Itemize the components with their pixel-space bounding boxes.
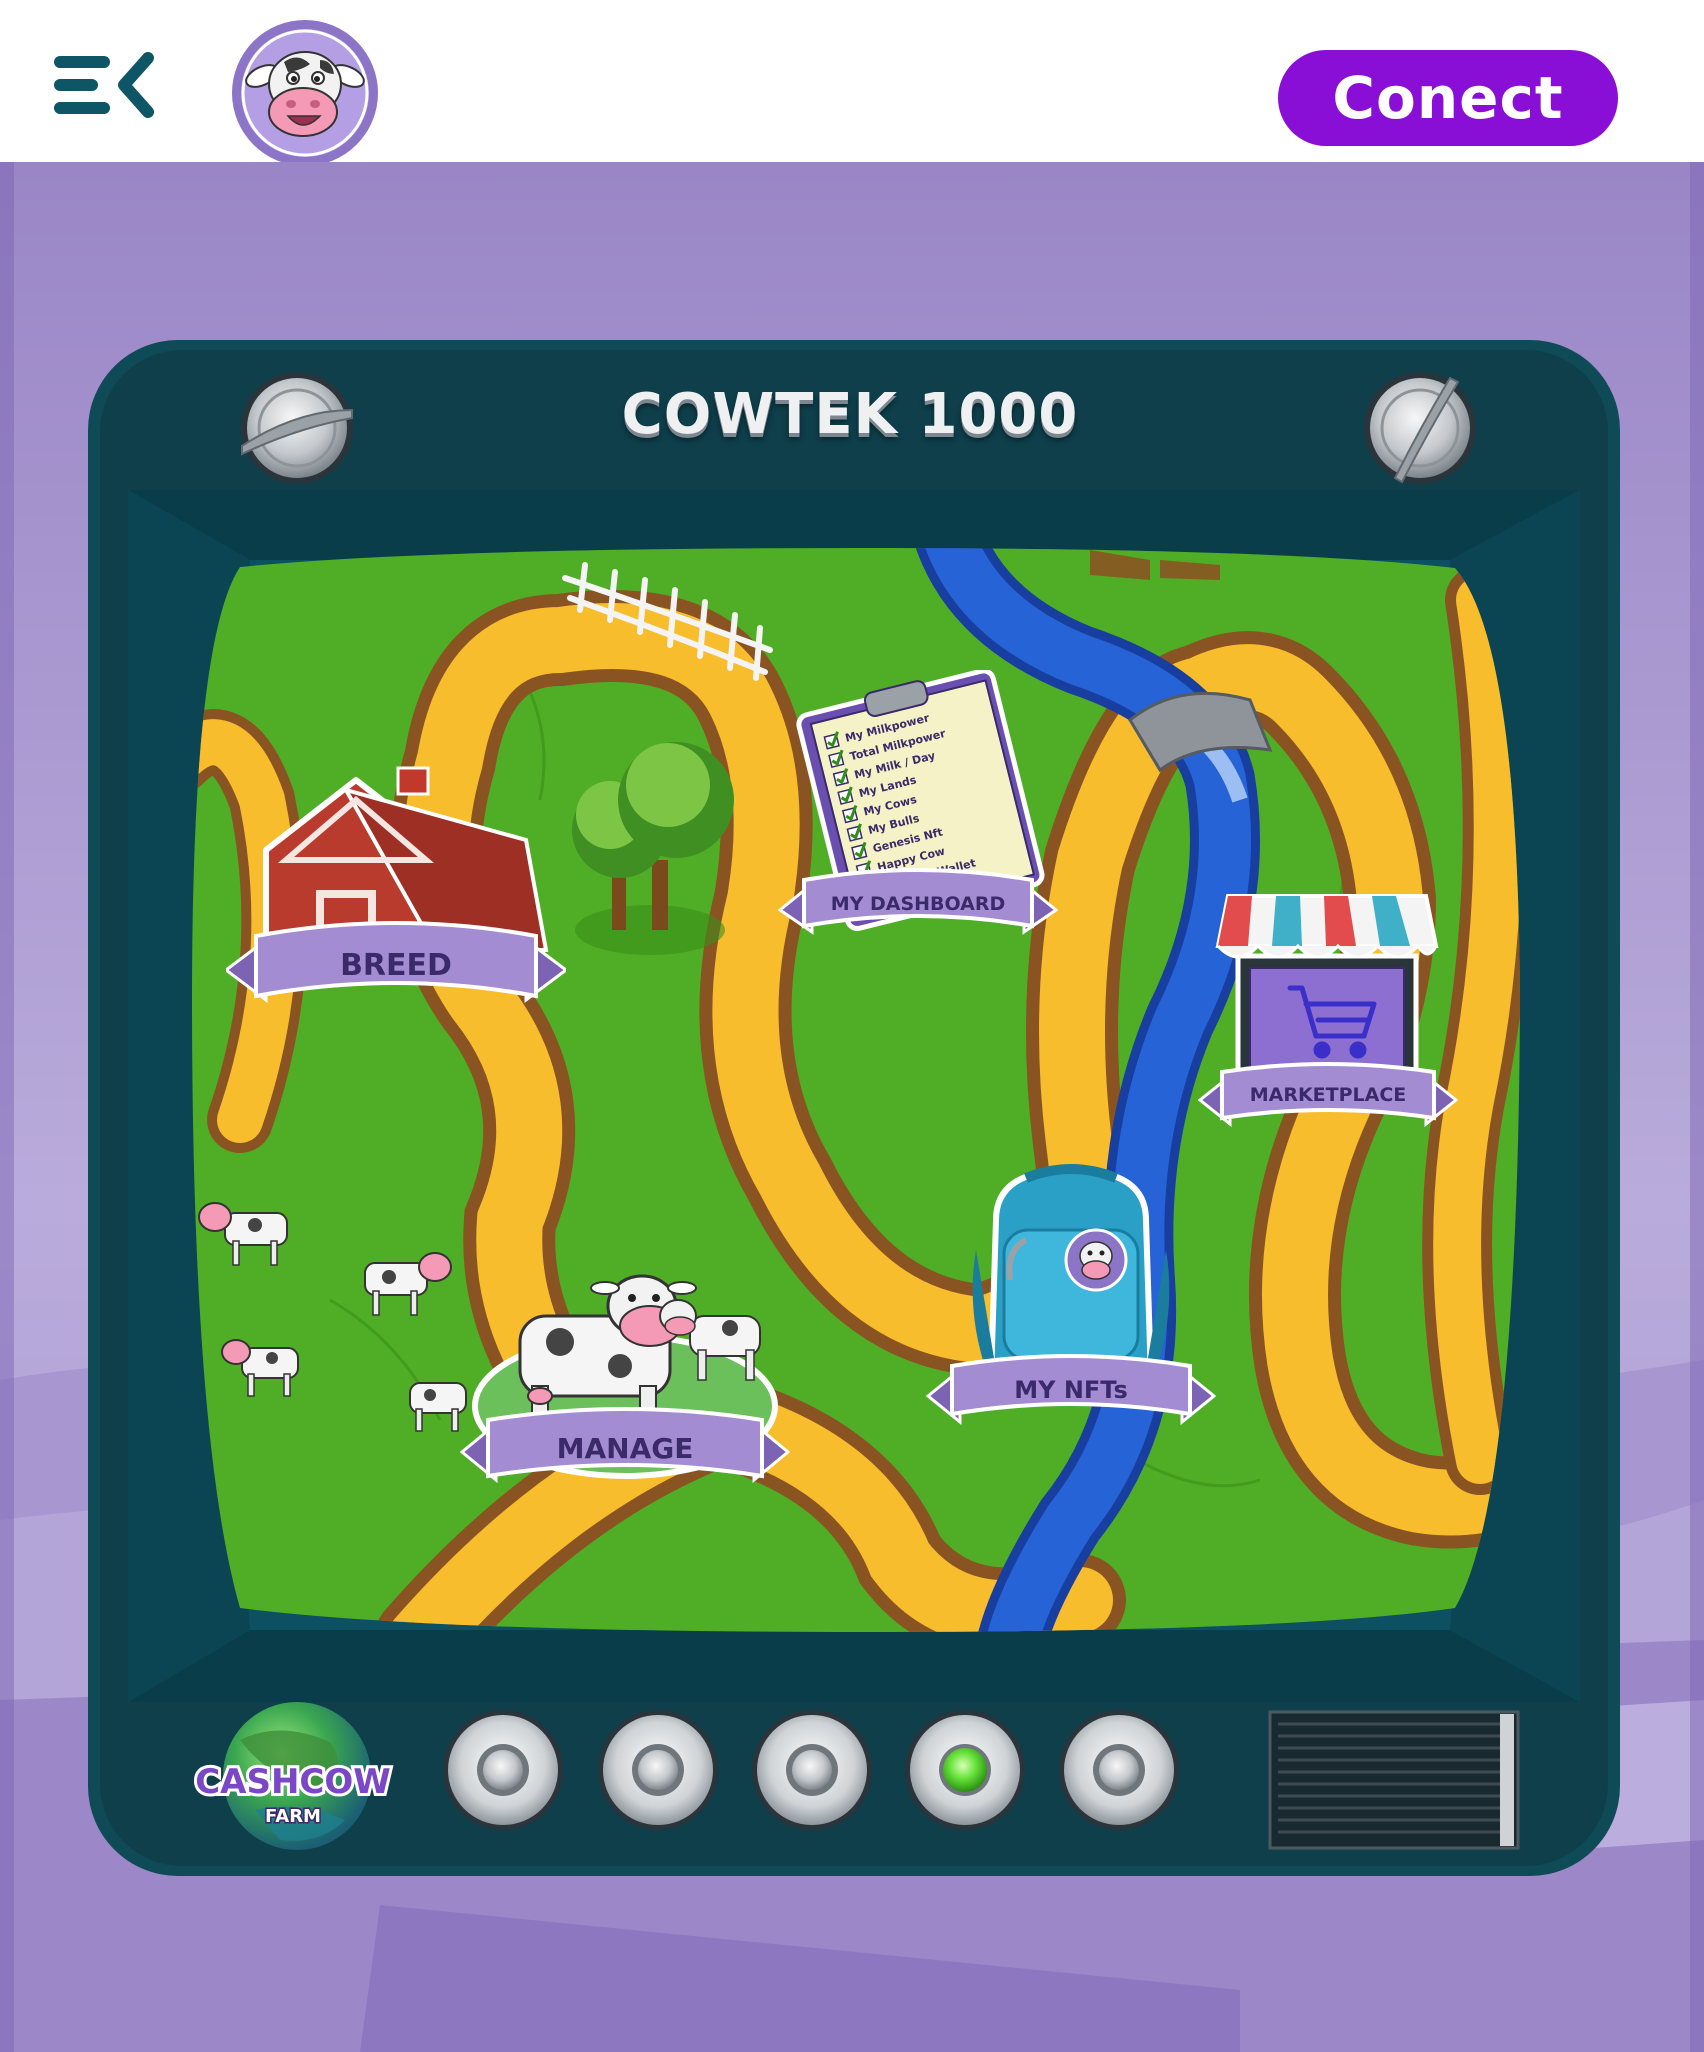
connect-wallet-button[interactable]: Conect [1278, 50, 1618, 146]
manage-cows-button[interactable]: MANAGE [460, 1256, 790, 1516]
my-dashboard-banner: MY DASHBOARD [778, 868, 1058, 935]
button-cap [792, 1750, 832, 1790]
my-dashboard-clipboard-button[interactable]: My MilkpowerTotal MilkpowerMy Milk / Day… [778, 670, 1058, 940]
button-cap [1099, 1750, 1139, 1790]
tv-channel-button[interactable] [443, 1710, 563, 1830]
button-cap [638, 1750, 678, 1790]
button-cap [483, 1750, 523, 1790]
breed-barn-button[interactable]: BREED [226, 760, 566, 1020]
my-dashboard-label: MY DASHBOARD [831, 893, 1006, 915]
manage-label: MANAGE [557, 1432, 694, 1465]
my-nfts-banner: MY NFTs [926, 1354, 1216, 1426]
tv-channel-button[interactable] [1059, 1710, 1179, 1830]
tv-channel-button[interactable] [905, 1710, 1025, 1830]
menu-collapse-icon[interactable] [52, 52, 154, 118]
breed-banner: BREED [226, 921, 566, 1003]
breed-label: BREED [340, 948, 452, 983]
top-bar: Conect [0, 0, 1704, 180]
tv-title: COWTEK 1000 [621, 382, 1079, 447]
my-nfts-backpack-button[interactable]: MY NFTs [926, 1160, 1216, 1440]
power-indicator-light [943, 1748, 987, 1792]
my-nfts-label: MY NFTs [1014, 1376, 1128, 1404]
cow-face-avatar-icon[interactable] [230, 18, 380, 168]
marketplace-banner: MARKETPLACE [1198, 1062, 1458, 1128]
marketplace-shop-button[interactable]: MARKETPLACE [1198, 876, 1458, 1136]
tv-channel-button[interactable] [752, 1710, 872, 1830]
tv-channel-button[interactable] [598, 1710, 718, 1830]
marketplace-label: MARKETPLACE [1250, 1084, 1407, 1106]
cow-badge-icon [1064, 1228, 1128, 1292]
